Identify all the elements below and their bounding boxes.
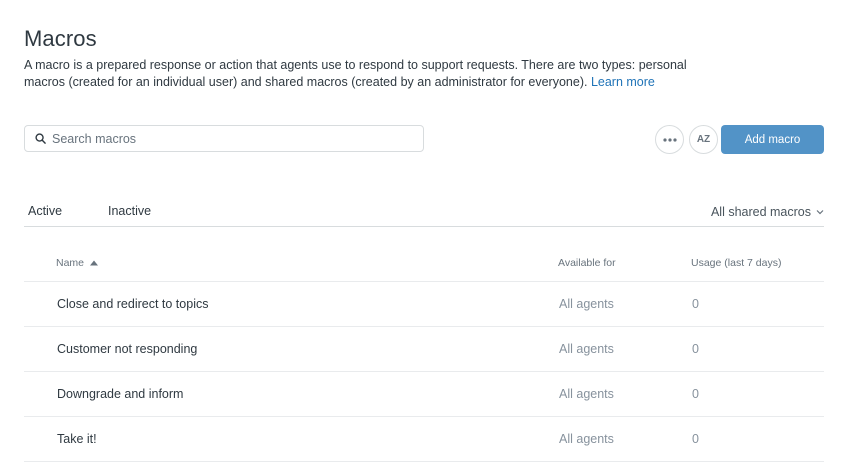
learn-more-link[interactable]: Learn more	[591, 75, 655, 89]
macro-usage: 0	[692, 432, 699, 446]
macro-usage: 0	[692, 297, 699, 311]
search-icon	[34, 133, 46, 145]
table-row[interactable]: Close and redirect to topics All agents …	[24, 282, 824, 327]
macros-table: Name Available for Usage (last 7 days) C…	[24, 238, 824, 462]
macro-filter-dropdown[interactable]: All shared macros	[711, 205, 824, 219]
tab-active[interactable]: Active	[28, 204, 62, 218]
column-header-usage[interactable]: Usage (last 7 days)	[691, 257, 781, 269]
macro-available-for: All agents	[559, 387, 614, 401]
tab-bar: Active Inactive All shared macros	[24, 196, 824, 227]
table-row[interactable]: Downgrade and inform All agents 0	[24, 372, 824, 417]
more-options-button[interactable]	[655, 125, 684, 154]
filter-label: All shared macros	[710, 205, 811, 219]
macro-name[interactable]: Customer not responding	[57, 342, 197, 356]
macro-name[interactable]: Take it!	[57, 432, 97, 446]
description-text: A macro is a prepared response or action…	[24, 58, 687, 89]
ellipsis-icon	[662, 137, 677, 142]
sort-ascending-icon	[90, 260, 99, 266]
sort-az-icon: AZ	[696, 134, 711, 145]
macro-available-for: All agents	[559, 432, 614, 446]
column-header-available-for[interactable]: Available for	[558, 257, 616, 269]
table-row[interactable]: Take it! All agents 0	[24, 417, 824, 462]
page-description: A macro is a prepared response or action…	[24, 57, 714, 91]
chevron-down-icon	[816, 209, 824, 215]
macro-name[interactable]: Downgrade and inform	[57, 387, 183, 401]
tab-inactive[interactable]: Inactive	[108, 204, 151, 218]
column-header-name[interactable]: Name	[56, 257, 99, 269]
add-macro-button[interactable]: Add macro	[721, 125, 824, 154]
search-box[interactable]	[24, 125, 424, 152]
table-row[interactable]: Customer not responding All agents 0	[24, 327, 824, 372]
macro-available-for: All agents	[559, 342, 614, 356]
sort-az-button[interactable]: AZ	[689, 125, 718, 154]
search-input[interactable]	[52, 131, 412, 146]
column-header-name-label: Name	[56, 257, 85, 269]
macro-available-for: All agents	[559, 297, 614, 311]
table-header: Name Available for Usage (last 7 days)	[24, 238, 824, 282]
macro-usage: 0	[692, 342, 699, 356]
macro-usage: 0	[692, 387, 699, 401]
page-title: Macros	[24, 26, 97, 51]
macro-name[interactable]: Close and redirect to topics	[57, 297, 208, 311]
